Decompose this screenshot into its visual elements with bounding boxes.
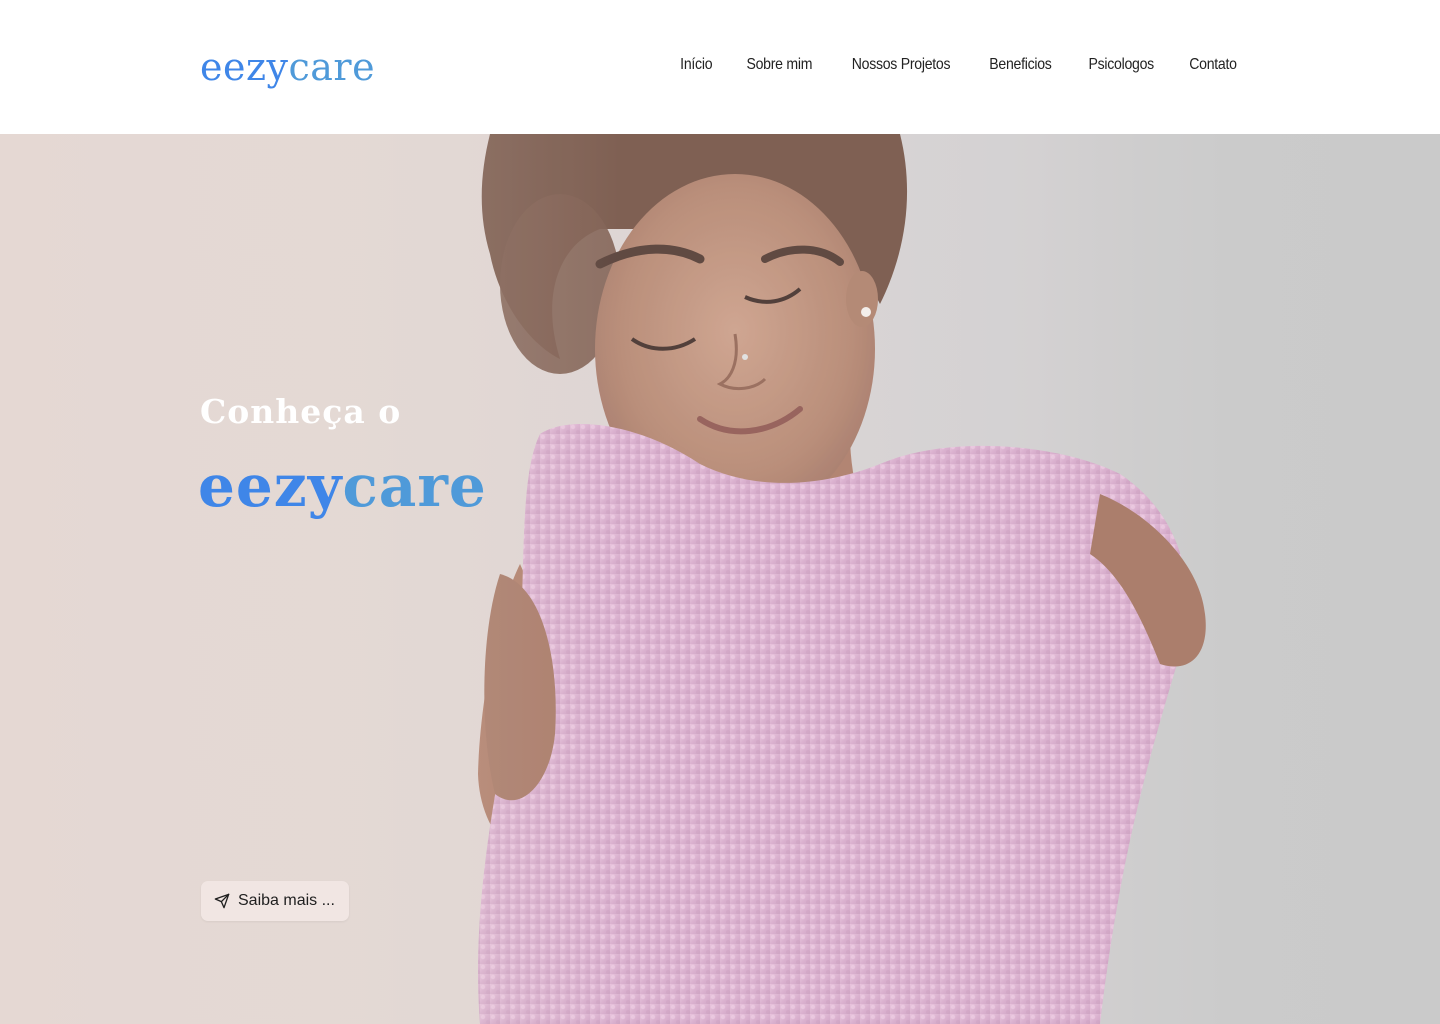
site-header: eezycare Início Sobre mim Nossos Projeto…: [0, 0, 1440, 134]
saiba-mais-button[interactable]: Saiba mais ...: [201, 881, 349, 921]
saiba-mais-label: Saiba mais ...: [238, 892, 335, 909]
hero-title-part-b: care: [342, 452, 487, 520]
nav-item-beneficios[interactable]: Beneficios: [989, 56, 1052, 74]
brand-logo[interactable]: eezycare: [200, 42, 375, 92]
brand-logo-part-a: eezy: [200, 45, 289, 89]
nav-item-nossos-projetos[interactable]: Nossos Projetos: [852, 56, 951, 74]
nav-item-psicologos[interactable]: Psicologos: [1088, 56, 1154, 74]
hero-section: Conheça o eezycare Saiba mais ...: [0, 134, 1440, 1024]
send-icon: [214, 893, 230, 909]
hero-title: eezycare: [198, 446, 487, 526]
nav-item-sobre-mim[interactable]: Sobre mim: [747, 56, 813, 74]
nav-item-inicio[interactable]: Início: [680, 56, 712, 74]
hero-eyebrow: Conheça o: [200, 392, 402, 431]
brand-logo-part-b: care: [288, 45, 376, 89]
nav-item-contato[interactable]: Contato: [1189, 56, 1237, 74]
main-nav: Início Sobre mim Nossos Projetos Benefic…: [678, 56, 1240, 74]
hero-title-part-a: eezy: [198, 452, 343, 520]
